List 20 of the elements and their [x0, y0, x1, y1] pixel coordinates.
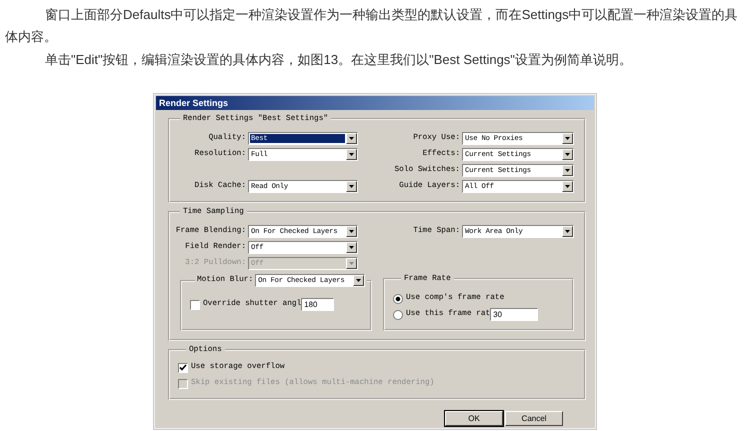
paragraph: 窗口上面部分Defaults中可以指定一种渲染设置作为一种输出类型的默认设置，而在Settings中可以配置一种渲染设置的具体内容。 — [5, 6, 739, 46]
caret-icon[interactable] — [562, 181, 573, 192]
caret-icon[interactable] — [562, 226, 573, 237]
caret-icon[interactable] — [353, 275, 364, 286]
caret-icon[interactable] — [346, 226, 357, 237]
checkbox[interactable] — [190, 300, 200, 310]
dialog-button[interactable]: Cancel — [505, 411, 563, 426]
checkbox[interactable] — [178, 362, 188, 372]
caret-icon[interactable] — [562, 133, 573, 144]
caret-icon[interactable] — [346, 181, 357, 192]
paragraph: 单击"Edit"按钮，编辑渲染设置的具体内容，如图13。在这里我们以"Best Settings"设置为例简单说明。 — [44, 51, 633, 69]
caret-icon[interactable] — [346, 133, 357, 144]
caret-icon[interactable] — [562, 165, 573, 176]
caret-icon[interactable] — [346, 242, 357, 253]
radio-button[interactable] — [393, 294, 403, 304]
caret-icon[interactable] — [562, 149, 573, 160]
dialog-button[interactable]: OK — [445, 411, 503, 426]
radio-button[interactable] — [393, 310, 403, 320]
caret-icon[interactable] — [346, 149, 357, 160]
window-title: Render Settings — [156, 96, 594, 110]
